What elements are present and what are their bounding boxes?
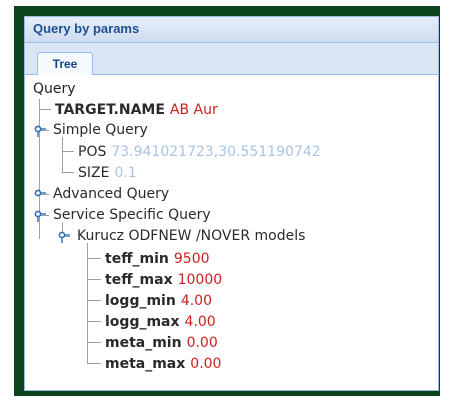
tree-node-param[interactable]: teff_max 10000 bbox=[105, 269, 222, 289]
collapse-icon[interactable] bbox=[34, 210, 46, 222]
param-value: 10000 bbox=[177, 272, 223, 288]
param-key: POS bbox=[78, 144, 107, 160]
param-value: 0.00 bbox=[190, 356, 222, 372]
param-value: 0.00 bbox=[186, 335, 218, 351]
param-key: TARGET.NAME bbox=[55, 102, 165, 118]
tree-branch bbox=[87, 342, 101, 343]
tree-branch bbox=[39, 109, 51, 110]
tree-node-param[interactable]: meta_min 0.00 bbox=[105, 332, 218, 352]
tree-node-param[interactable]: logg_min 4.00 bbox=[105, 290, 212, 310]
param-value: 9500 bbox=[173, 251, 210, 267]
tree-node-param[interactable]: logg_max 4.00 bbox=[105, 311, 216, 331]
tree-node-advanced-query[interactable]: Advanced Query bbox=[53, 184, 169, 204]
panel-header: Query by params bbox=[25, 17, 438, 43]
param-value: 73.941021723,30.551190742 bbox=[111, 144, 321, 160]
param-value: 0.1 bbox=[114, 165, 137, 181]
tree-node-query[interactable]: Query bbox=[33, 79, 76, 99]
collapse-icon[interactable] bbox=[34, 125, 46, 137]
tree-node-size[interactable]: SIZE 0.1 bbox=[78, 162, 137, 182]
tab-bar: Tree bbox=[25, 43, 438, 75]
param-key: SIZE bbox=[78, 165, 110, 181]
tree-branch bbox=[62, 172, 74, 173]
tree-node-pos[interactable]: POS 73.941021723,30.551190742 bbox=[78, 141, 321, 161]
tree-branch bbox=[87, 300, 101, 301]
tree-branch bbox=[87, 279, 101, 280]
tree-node-kurucz-models[interactable]: Kurucz ODFNEW /NOVER models bbox=[77, 226, 305, 246]
tree-node-simple-query[interactable]: Simple Query bbox=[53, 120, 148, 140]
tree-node-param[interactable]: teff_min 9500 bbox=[105, 248, 210, 268]
expand-icon[interactable] bbox=[34, 189, 46, 201]
param-value: 4.00 bbox=[180, 293, 212, 309]
query-panel: Query by params Tree Query TARGET.NAME A… bbox=[24, 16, 439, 391]
tree-branch bbox=[62, 151, 74, 152]
tree-branch bbox=[87, 321, 101, 322]
param-key: logg_max bbox=[105, 314, 180, 330]
tree-line-simple bbox=[62, 137, 63, 172]
param-key: meta_min bbox=[105, 335, 182, 351]
collapse-icon[interactable] bbox=[58, 231, 70, 243]
tab-tree[interactable]: Tree bbox=[37, 52, 93, 75]
param-key: logg_min bbox=[105, 293, 176, 309]
param-key: teff_min bbox=[105, 251, 169, 267]
panel-title: Query by params bbox=[33, 21, 140, 36]
param-key: meta_max bbox=[105, 356, 186, 372]
window-frame: Query by params Tree Query TARGET.NAME A… bbox=[14, 6, 440, 396]
tree-node-target[interactable]: TARGET.NAME AB Aur bbox=[55, 99, 218, 119]
tree-branch bbox=[87, 258, 101, 259]
param-value: AB Aur bbox=[169, 102, 218, 118]
query-tree: Query TARGET.NAME AB Aur Simple Query POS… bbox=[25, 75, 438, 390]
tree-node-param[interactable]: meta_max 0.00 bbox=[105, 353, 221, 373]
tree-node-service-query[interactable]: Service Specific Query bbox=[53, 205, 211, 225]
param-value: 4.00 bbox=[184, 314, 216, 330]
param-key: teff_max bbox=[105, 272, 173, 288]
tree-line-model bbox=[87, 243, 88, 363]
tree-branch bbox=[87, 363, 101, 364]
